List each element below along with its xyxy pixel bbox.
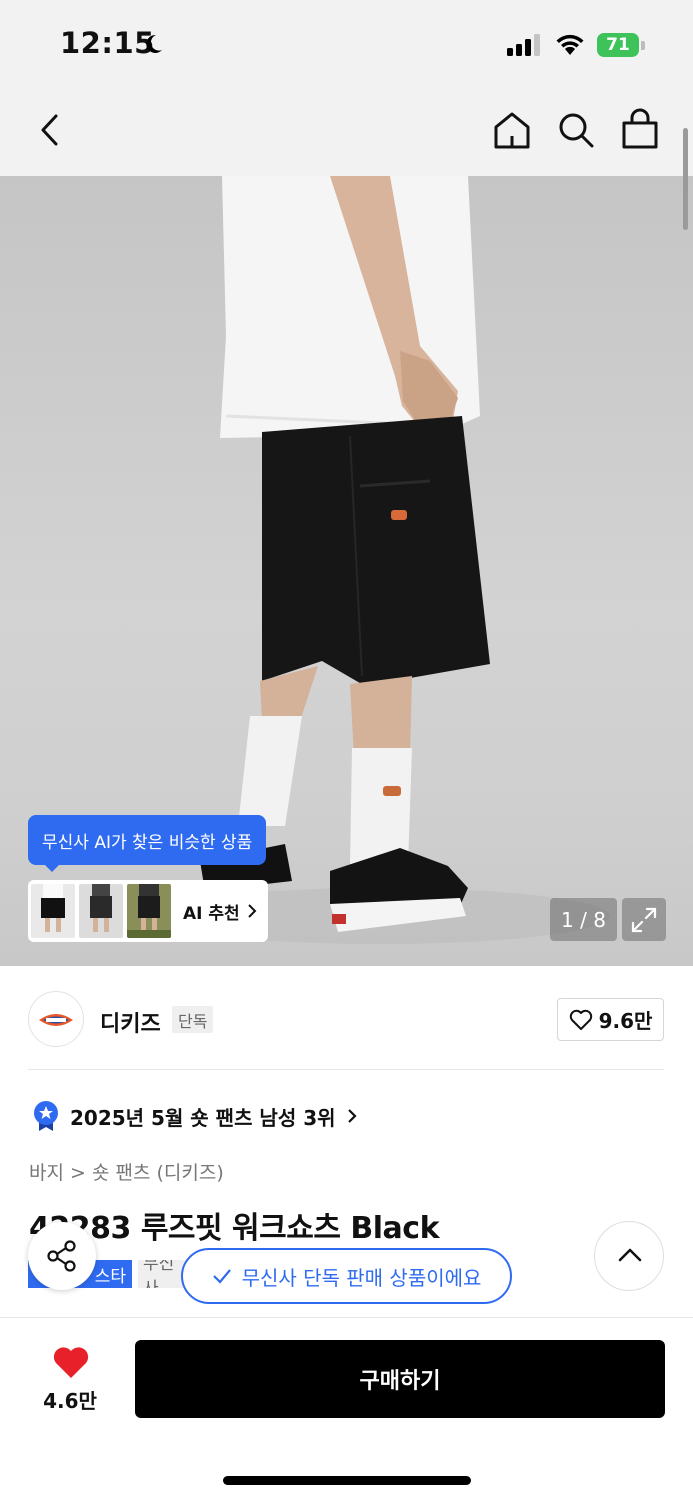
exclusive-toast-text: 무신사 단독 판매 상품이에요 [241, 1265, 482, 1290]
brand-logo[interactable] [28, 991, 84, 1047]
ranking-link[interactable]: 2025년 5월 숏 팬츠 남성 3위 [32, 1100, 358, 1132]
ranking-badge-icon [34, 1101, 58, 1131]
search-icon[interactable] [556, 110, 596, 150]
heart-filled-icon[interactable] [52, 1346, 90, 1380]
dickies-logo [39, 1014, 73, 1026]
brand-like-button[interactable]: 9.6만 [557, 998, 664, 1041]
scroll-top-button[interactable] [594, 1221, 664, 1291]
wishlist-count: 4.6만 [43, 1389, 97, 1413]
category-breadcrumb[interactable]: 바지 > 숏 팬츠 (디키즈) [29, 1158, 224, 1185]
back-icon[interactable] [36, 112, 64, 148]
ai-bubble-text: 무신사 AI가 찾은 비슷한 상품 [42, 832, 253, 853]
home-icon[interactable] [492, 110, 532, 150]
chevron-up-icon [618, 1248, 642, 1262]
wifi-icon [556, 34, 584, 55]
check-icon [212, 1269, 231, 1284]
chevron-right-icon [247, 904, 257, 918]
chevron-right-icon [347, 1109, 357, 1123]
cellular-signal-icon [507, 34, 540, 56]
brand-name[interactable]: 디키즈 [100, 1006, 161, 1038]
divider [28, 1069, 664, 1070]
battery-tip [641, 41, 645, 50]
exclusive-tag: 단독 [172, 1006, 214, 1033]
page-scrollbar[interactable] [683, 128, 688, 230]
brand-like-count: 9.6만 [598, 1009, 653, 1033]
share-button[interactable] [28, 1222, 96, 1290]
share-icon [47, 1240, 76, 1272]
ai-similar-bubble[interactable]: 무신사 AI가 찾은 비슷한 상품 [28, 815, 267, 865]
heart-outline-icon [569, 1009, 592, 1030]
ai-bubble-tail [44, 864, 60, 872]
buy-button[interactable]: 구매하기 [135, 1340, 665, 1418]
ai-reco-thumb-1[interactable] [31, 884, 75, 938]
ai-recommend-card[interactable]: AI 추천 [28, 880, 268, 942]
shopping-bag-icon[interactable] [621, 108, 659, 150]
expand-image-button[interactable] [622, 898, 666, 941]
home-indicator [223, 1476, 471, 1485]
ai-reco-thumb-2[interactable] [79, 884, 123, 938]
ranking-text: 2025년 5월 숏 팬츠 남성 3위 [70, 1105, 336, 1130]
battery-indicator: 71 [597, 33, 639, 57]
expand-icon [631, 907, 657, 933]
exclusive-toast: 무신사 단독 판매 상품이에요 [181, 1248, 512, 1304]
ai-reco-label: AI 추천 [183, 903, 240, 924]
image-counter: 1 / 8 [550, 898, 617, 941]
moon-icon [146, 34, 162, 53]
ai-reco-thumb-3[interactable] [127, 884, 171, 938]
